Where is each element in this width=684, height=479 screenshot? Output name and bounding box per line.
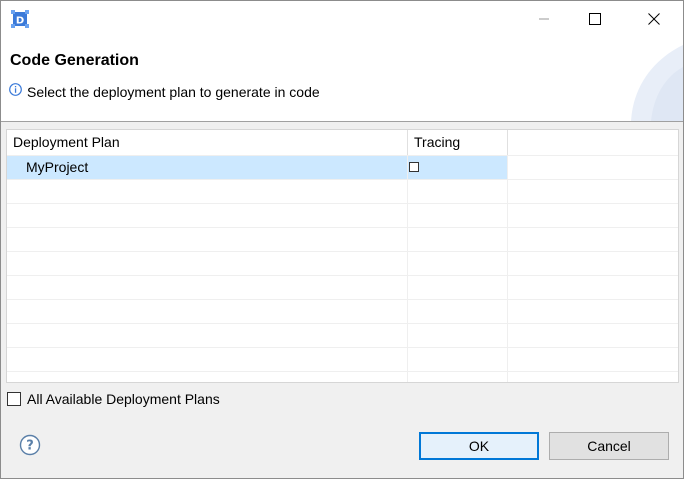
empty-cell (7, 300, 408, 323)
column-header-filler (508, 130, 678, 155)
empty-cell (7, 348, 408, 371)
deployment-plan-table: Deployment Plan Tracing MyProject (6, 129, 679, 383)
empty-cell (408, 324, 508, 347)
empty-cell (408, 228, 508, 251)
help-icon[interactable]: ? (19, 434, 41, 456)
empty-row (7, 347, 678, 371)
dialog-header: Code Generation Select the deployment pl… (1, 37, 683, 122)
svg-text:?: ? (26, 439, 34, 454)
minimize-button[interactable] (521, 1, 567, 37)
empty-cell (7, 228, 408, 251)
minimize-icon (539, 18, 549, 20)
empty-cell (7, 276, 408, 299)
empty-row (7, 227, 678, 251)
empty-row (7, 179, 678, 203)
empty-cell (408, 300, 508, 323)
empty-row (7, 203, 678, 227)
title-bar: D (1, 1, 683, 37)
close-button[interactable] (631, 1, 677, 37)
header-message: Select the deployment plan to generate i… (27, 84, 320, 100)
empty-cell (408, 204, 508, 227)
empty-cell (408, 252, 508, 275)
tracing-cell[interactable] (408, 156, 508, 179)
empty-cell (408, 348, 508, 371)
empty-cell (7, 252, 408, 275)
maximize-button[interactable] (572, 1, 618, 37)
app-logo-icon: D (11, 10, 29, 28)
empty-cell (7, 204, 408, 227)
table-row[interactable]: MyProject (7, 155, 678, 179)
page-title: Code Generation (10, 52, 139, 69)
empty-cell (408, 372, 508, 382)
column-header-deployment-plan[interactable]: Deployment Plan (7, 130, 408, 155)
all-plans-option[interactable]: All Available Deployment Plans (7, 390, 220, 408)
all-plans-label[interactable]: All Available Deployment Plans (27, 391, 220, 407)
empty-row (7, 251, 678, 275)
empty-cell (7, 324, 408, 347)
empty-row (7, 275, 678, 299)
svg-text:D: D (16, 16, 24, 27)
ok-button[interactable]: OK (419, 432, 539, 460)
deployment-plan-name: MyProject (26, 159, 89, 175)
deployment-plan-cell[interactable]: MyProject (7, 156, 408, 179)
empty-cell (7, 372, 408, 382)
tracing-checkbox[interactable] (409, 162, 419, 172)
column-header-tracing[interactable]: Tracing (408, 130, 508, 155)
empty-row (7, 323, 678, 347)
close-icon (648, 13, 660, 25)
table-header: Deployment Plan Tracing (7, 130, 678, 155)
empty-row (7, 299, 678, 323)
empty-row (7, 371, 678, 382)
info-icon (9, 83, 22, 96)
header-banner-graphic (631, 45, 683, 121)
empty-cell (408, 276, 508, 299)
cancel-button[interactable]: Cancel (549, 432, 669, 460)
all-plans-checkbox[interactable] (7, 392, 21, 406)
code-generation-dialog: D Code Generation Select the deployment … (0, 0, 684, 479)
empty-cell (408, 180, 508, 203)
maximize-icon (589, 13, 601, 25)
empty-cell (7, 180, 408, 203)
